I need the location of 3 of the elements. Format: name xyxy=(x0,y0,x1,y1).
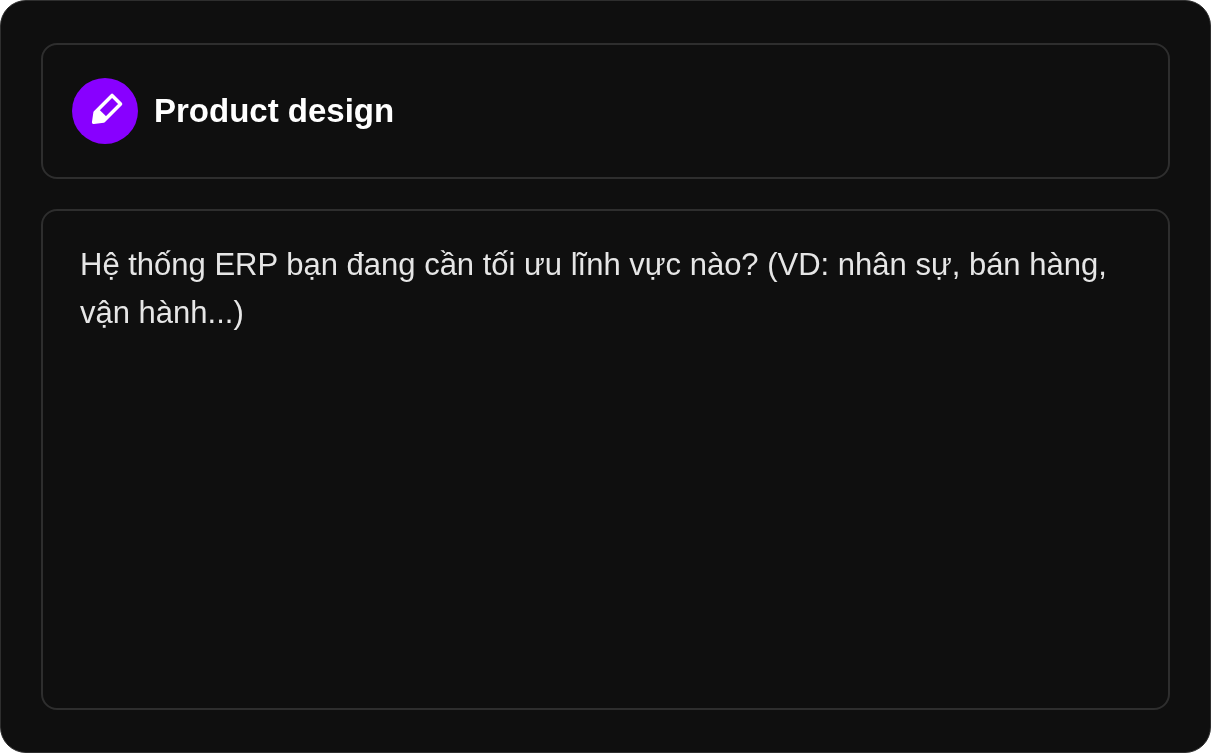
pencil-icon xyxy=(72,78,138,144)
card-title: Product design xyxy=(154,92,395,130)
answer-box[interactable]: Hệ thống ERP bạn đang cần tối ưu lĩnh vực nào? (VD: nhân sự, bán hàng, vận hành...) xyxy=(41,209,1170,710)
